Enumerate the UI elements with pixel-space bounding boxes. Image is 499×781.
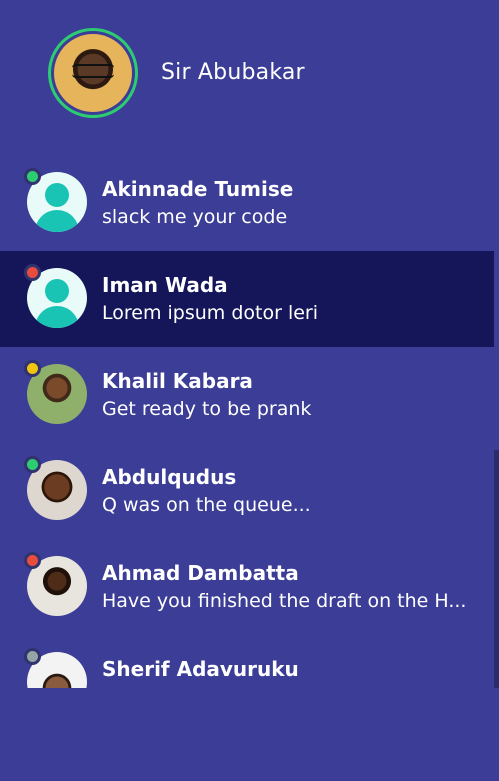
last-message: Have you finished the draft on the H... (102, 590, 467, 612)
current-user-profile: Sir Abubakar (0, 0, 499, 150)
last-message: Lorem ipsum dotor leri (102, 302, 319, 324)
conversation-item[interactable]: Ahmad Dambatta Have you finished the dra… (0, 539, 495, 635)
status-indicator (24, 168, 41, 185)
status-indicator (24, 264, 41, 281)
last-message: Q was on the queue... (102, 494, 311, 516)
status-indicator (24, 648, 41, 665)
conversation-item-active[interactable]: Iman Wada Lorem ipsum dotor leri (0, 251, 495, 347)
contact-name: Khalil Kabara (102, 369, 253, 393)
conversation-item[interactable]: Khalil Kabara Get ready to be prank (0, 347, 495, 443)
scrollbar[interactable] (494, 155, 499, 688)
glasses-detail (72, 64, 114, 78)
conversation-list[interactable]: Akinnade Tumise slack me your code Iman … (0, 155, 495, 688)
status-indicator (24, 552, 41, 569)
profile-name: Sir Abubakar (161, 60, 305, 85)
contact-name: Iman Wada (102, 273, 228, 297)
profile-photo (54, 34, 132, 112)
conversation-item[interactable]: Abdulqudus Q was on the queue... (0, 443, 495, 539)
status-indicator (24, 456, 41, 473)
conversation-item[interactable]: Sherif Adavuruku (0, 635, 495, 688)
contact-name: Abdulqudus (102, 465, 237, 489)
status-indicator (24, 360, 41, 377)
profile-avatar[interactable] (48, 28, 138, 118)
last-message: slack me your code (102, 206, 288, 228)
contact-name: Ahmad Dambatta (102, 561, 299, 585)
last-message: Get ready to be prank (102, 398, 312, 420)
contact-name: Sherif Adavuruku (102, 657, 299, 681)
contact-name: Akinnade Tumise (102, 177, 294, 201)
conversation-item[interactable]: Akinnade Tumise slack me your code (0, 155, 495, 251)
scrollbar-thumb[interactable] (494, 155, 499, 450)
